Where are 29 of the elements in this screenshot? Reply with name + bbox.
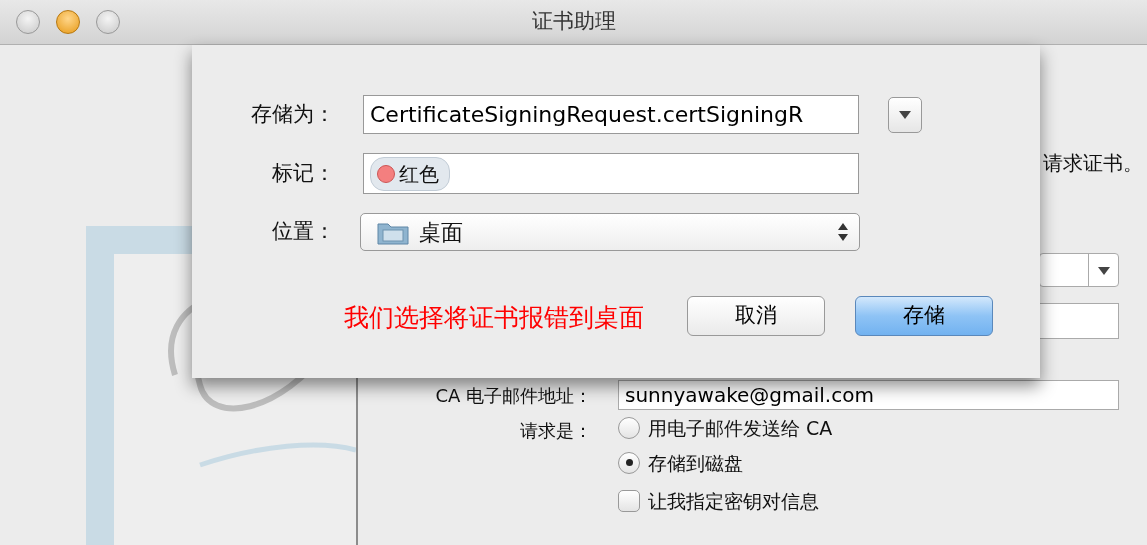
checkbox-option[interactable]: 让我指定密钥对信息 (618, 487, 833, 516)
annotation-text: 我们选择将证书报错到桌面 (344, 301, 644, 334)
tag-chip[interactable]: 红色 (370, 156, 450, 191)
ca-email-field[interactable]: sunnyawake@gmail.com (618, 380, 1119, 410)
field-label: 请求是： (519, 419, 592, 443)
field-label: 存储为： (250, 100, 335, 128)
email-dropdown[interactable] (1039, 253, 1119, 287)
filename-field[interactable]: CertificateSigningRequest.certSigningR (363, 95, 859, 134)
field-label: 标记： (271, 159, 335, 187)
window-title: 证书助理 (531, 8, 616, 36)
location-popup[interactable]: 桌面 (360, 213, 860, 251)
zoom-button[interactable] (96, 10, 120, 34)
expand-button[interactable] (888, 96, 922, 133)
close-button[interactable] (16, 10, 40, 34)
name-field[interactable] (1039, 303, 1119, 339)
save-button[interactable]: 存储 (855, 296, 993, 336)
instruction-text: 请求证书。 (1043, 150, 1143, 175)
caret-icon (898, 109, 912, 120)
radio-option[interactable]: 用电子邮件发送给 CA (618, 414, 833, 443)
radio-option[interactable]: 存储到磁盘 (618, 448, 833, 477)
stepper-icon (837, 221, 849, 243)
radio-button[interactable] (618, 417, 640, 440)
radio-button[interactable] (618, 451, 640, 474)
checkbox[interactable] (618, 490, 640, 513)
field-label: 位置： (271, 218, 335, 246)
cancel-button[interactable]: 取消 (687, 296, 825, 336)
minimize-button[interactable] (56, 10, 80, 34)
field-label: CA 电子邮件地址： (434, 383, 592, 408)
tags-field[interactable]: 红色 (363, 153, 859, 194)
